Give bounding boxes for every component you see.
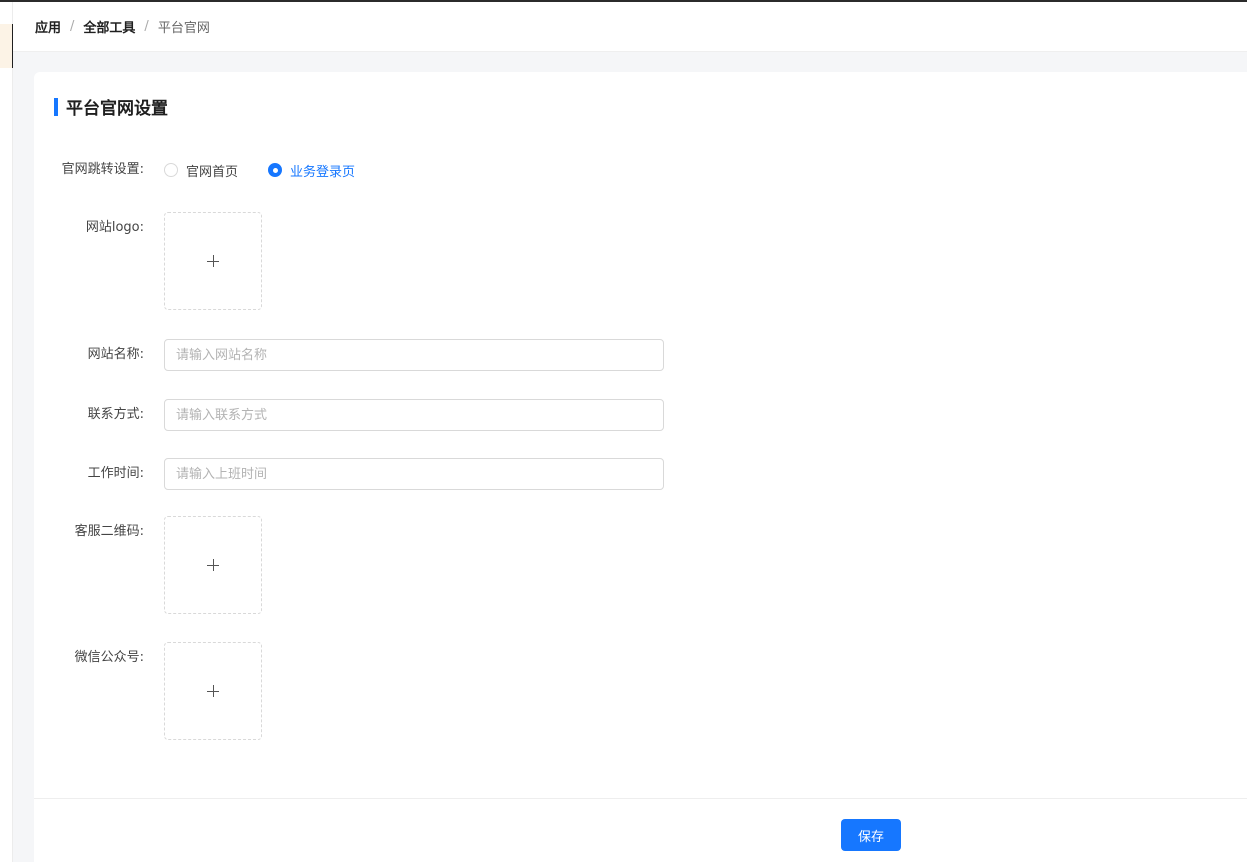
breadcrumb-separator: / [144,19,149,34]
radio-official-home[interactable]: 官网首页 [164,161,238,180]
radio-unchecked-icon[interactable] [164,163,178,177]
form-row-logo: 网站logo: [34,212,262,310]
settings-card: 平台官网设置 官网跳转设置: 官网首页 业务登录页 网站logo: 网站名称: … [34,72,1247,862]
footer-divider [34,798,1247,799]
site-name-input[interactable] [164,339,664,371]
card-title: 平台官网设置 [54,94,168,119]
contact-input[interactable] [164,399,664,431]
logo-label: 网站logo: [85,220,144,235]
site-name-label: 网站名称: [87,347,144,362]
redirect-label: 官网跳转设置: [61,162,144,177]
redirect-radio-group: 官网首页 业务登录页 [164,154,385,186]
plus-icon [207,685,219,697]
save-button[interactable]: 保存 [841,819,901,851]
radio-official-home-label[interactable]: 官网首页 [186,161,238,180]
radio-business-login-label[interactable]: 业务登录页 [290,161,355,180]
form-row-qrcode: 客服二维码: [34,516,262,614]
plus-icon [207,255,219,267]
sidebar-active-indicator [0,24,14,68]
wechat-upload[interactable] [164,642,262,740]
form-row-work-time: 工作时间: [34,458,664,490]
form-row-wechat: 微信公众号: [34,642,262,740]
logo-upload[interactable] [164,212,262,310]
page-title: 平台官网设置 [66,99,168,119]
breadcrumb-item-all-tools[interactable]: 全部工具 [83,17,135,36]
sidebar-collapsed [0,2,14,862]
form-row-contact: 联系方式: [34,399,664,431]
wechat-label: 微信公众号: [74,650,144,665]
qrcode-upload[interactable] [164,516,262,614]
breadcrumb-bar: 应用 / 全部工具 / 平台官网 [13,2,1247,52]
breadcrumb: 应用 / 全部工具 / 平台官网 [35,17,210,36]
form-row-site-name: 网站名称: [34,339,664,371]
form-row-redirect: 官网跳转设置: 官网首页 业务登录页 [34,154,385,186]
contact-label: 联系方式: [87,407,144,422]
work-time-label: 工作时间: [87,466,144,481]
breadcrumb-item-apps[interactable]: 应用 [35,17,61,36]
plus-icon [207,559,219,571]
breadcrumb-item-current: 平台官网 [157,21,210,36]
radio-business-login[interactable]: 业务登录页 [268,161,355,180]
qrcode-label: 客服二维码: [74,524,144,539]
title-accent-bar [54,97,58,116]
breadcrumb-separator: / [70,19,75,34]
work-time-input[interactable] [164,458,664,490]
radio-checked-icon[interactable] [268,163,283,177]
